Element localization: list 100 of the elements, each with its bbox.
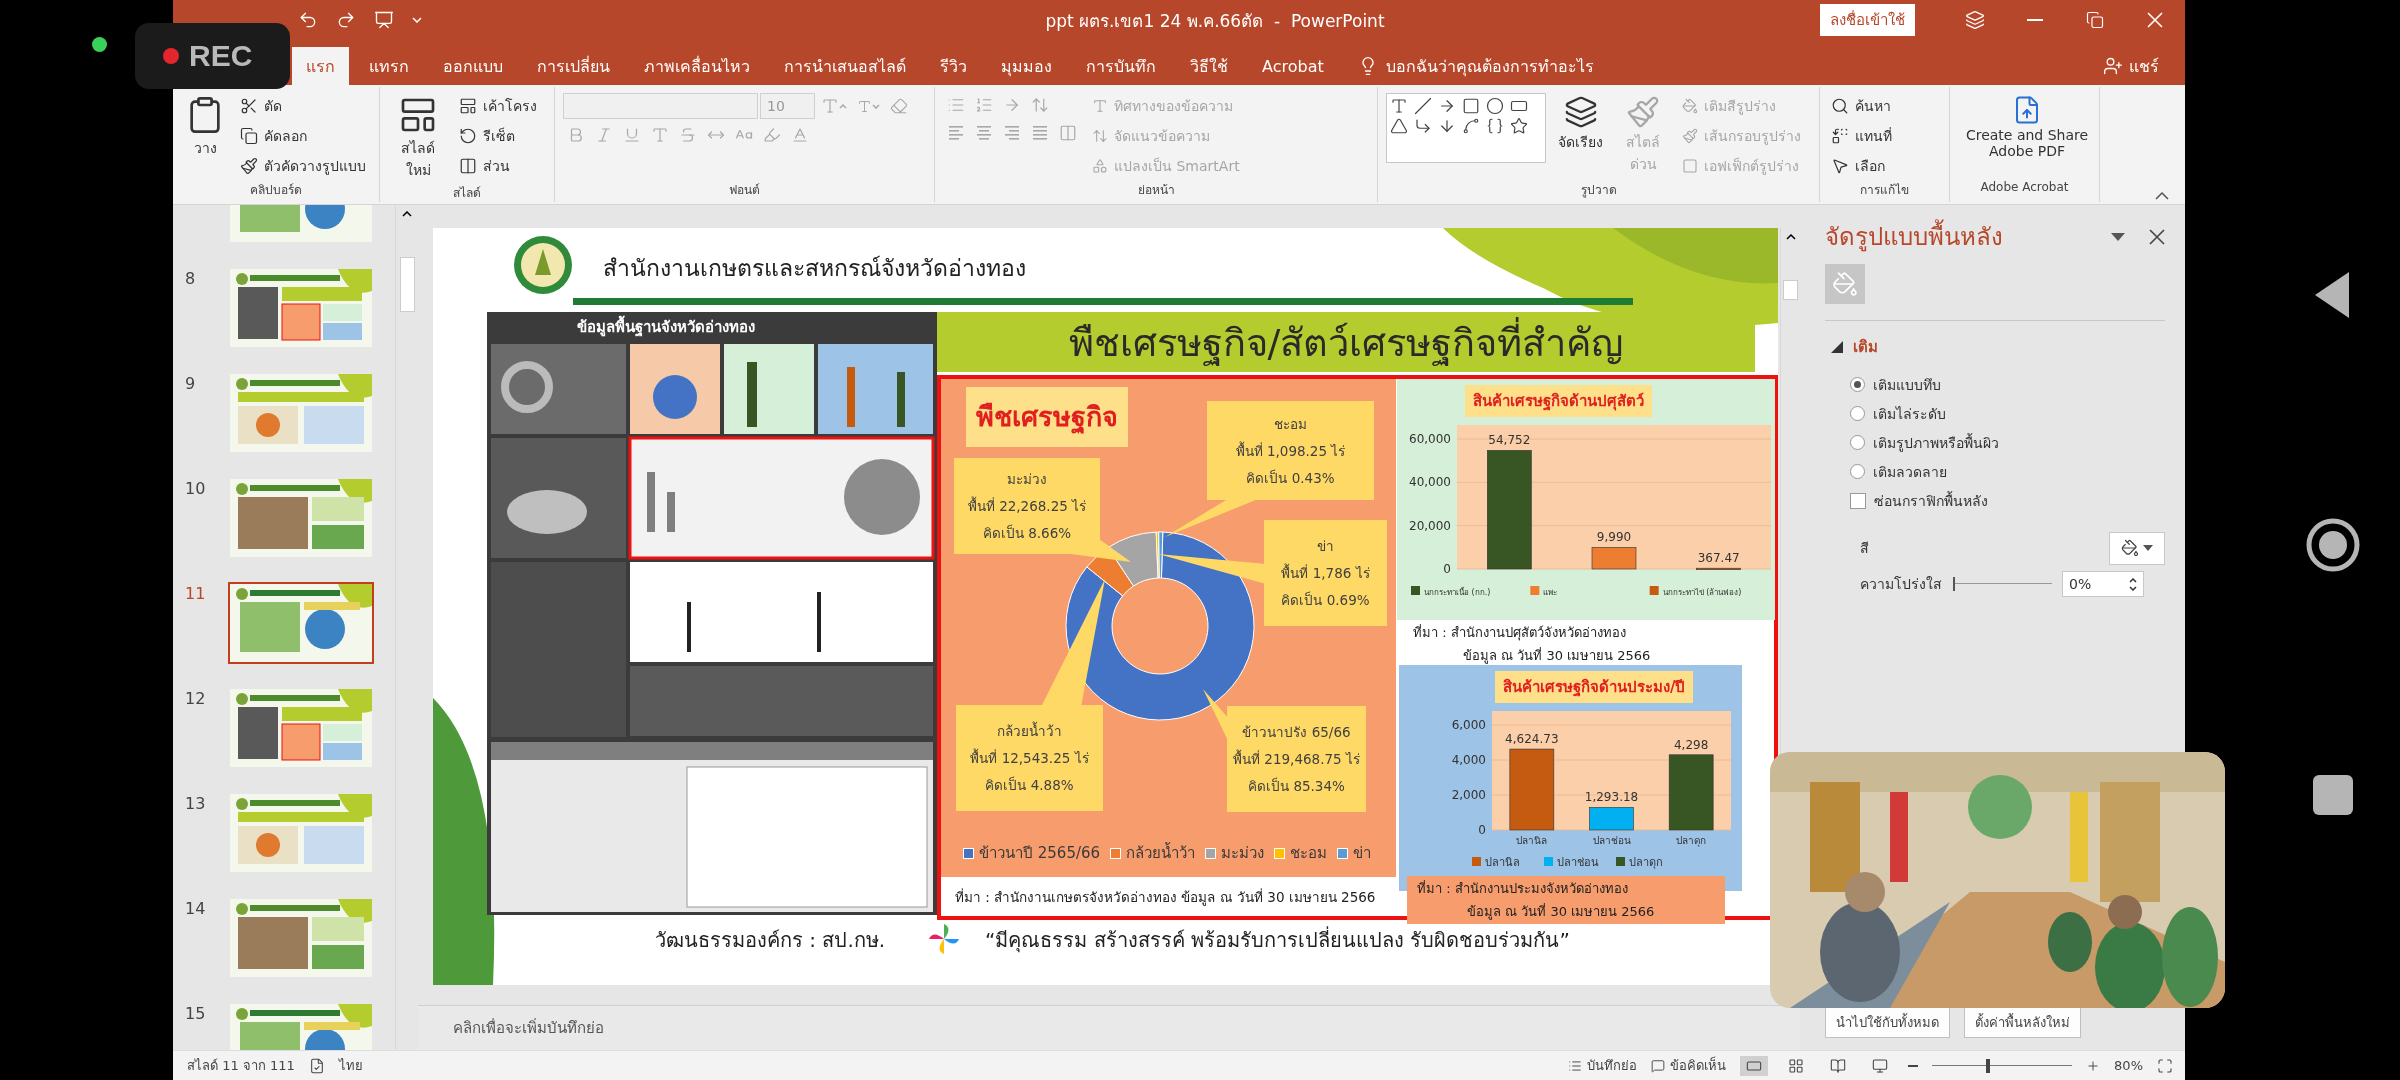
ribbon-tab[interactable]: ออกแบบ — [429, 47, 517, 85]
zoom-thumb[interactable] — [1986, 1058, 1991, 1073]
back-triangle-icon — [2314, 272, 2351, 318]
transparency-field[interactable]: 0% — [2062, 571, 2144, 597]
source-note: ที่มา : สำนักงานประมงจังหวัดอ่างทอง — [1417, 879, 1629, 898]
radio-option[interactable]: เติมลวดลาย — [1850, 460, 2165, 483]
radio-option[interactable]: เติมไล่ระดับ — [1850, 402, 2165, 425]
notes-button[interactable]: บันทึกย่อ — [1568, 1055, 1638, 1076]
ribbon-tab[interactable]: รีวิว — [926, 47, 981, 85]
layout-icon — [459, 97, 477, 115]
checkbox-option[interactable]: ซ่อนกราฟิกพื้นหลัง — [1850, 489, 2165, 512]
ribbon-tab[interactable]: ภาพเคลื่อนไหว — [630, 47, 764, 85]
fill-tab[interactable] — [1825, 264, 1865, 304]
ribbon-tab[interactable]: การบันทึก — [1072, 47, 1170, 85]
comments-button[interactable]: ข้อคิดเห็น — [1651, 1055, 1727, 1076]
legend-label: ชะอม — [1290, 843, 1328, 864]
section-header[interactable]: เติม — [1825, 331, 2165, 363]
italic-icon — [595, 126, 613, 144]
line-icon — [1414, 97, 1432, 115]
group-label: ฟอนต์ — [728, 182, 761, 199]
radio-button[interactable] — [1850, 377, 1865, 392]
legend-label: ข่า — [1353, 843, 1372, 864]
radio-button[interactable] — [1850, 406, 1865, 421]
brush-icon — [1626, 95, 1660, 129]
radio-option[interactable]: เติมแบบทึบ — [1850, 373, 2165, 396]
copy-button[interactable]: คัดลอก — [237, 123, 369, 149]
lines-icon — [1568, 1058, 1583, 1073]
language-label: ไทย — [338, 1057, 363, 1075]
pane-button[interactable]: นำไปใช้กับทั้งหมด — [1825, 1007, 1950, 1038]
sign-in-button[interactable]: ลงชื่อเข้าใช้ — [1820, 4, 1915, 36]
scroll-up-icon — [402, 211, 412, 217]
tell-me-search[interactable]: บอกฉันว่าคุณต้องการทำอะไร — [1385, 53, 1594, 79]
scrollbar-thumb[interactable] — [1783, 280, 1798, 300]
shape-gallery[interactable] — [1386, 93, 1546, 163]
ribbon-tab[interactable]: การเปลี่ยน — [523, 47, 624, 85]
new-slide-button[interactable]: สไลด์ใหม่ — [388, 93, 448, 183]
arrange-button[interactable]: จัดเรียง — [1554, 93, 1607, 180]
align-icon — [1031, 125, 1049, 141]
brace-icon — [1486, 117, 1504, 135]
organization-name: สำนักงานเกษตรและสหกรณ์จังหวัดอ่างทอง — [603, 254, 1026, 283]
slide-thumbnail[interactable] — [230, 374, 372, 452]
axis-label: 0 — [1443, 562, 1451, 576]
share-button[interactable]: แชร์ — [2103, 47, 2159, 85]
zoom-level: 80% — [2114, 1058, 2143, 1073]
view-button[interactable] — [1740, 1055, 1769, 1076]
star-icon — [1510, 117, 1528, 135]
find-button[interactable]: ค้นหา — [1828, 93, 1895, 119]
section-button[interactable]: ส่วน — [456, 153, 540, 179]
axis-label: 2,000 — [1451, 788, 1486, 802]
chart-title: สินค้าเศรษฐกิจด้านประมง/ปี — [1495, 671, 1694, 703]
up-caret-icon — [839, 103, 847, 109]
transparency-slider[interactable] — [1952, 577, 2052, 591]
underline-icon — [623, 126, 641, 144]
slide-thumbnail[interactable] — [230, 899, 372, 977]
letter-icon — [821, 97, 839, 115]
caret-icon — [872, 103, 880, 109]
ribbon-tab[interactable]: แทรก — [355, 47, 423, 85]
slide-thumbnail[interactable] — [230, 794, 372, 872]
zoom-slider[interactable] — [1932, 1058, 2073, 1073]
source-note: ข้อมูล ณ วันที่ 30 เมษายน 2566 — [1466, 902, 1656, 922]
spell-check-icon — [308, 1057, 325, 1074]
close-icon — [2149, 228, 2165, 245]
shape-icon — [1682, 158, 1698, 174]
ribbon-tab[interactable]: แรก — [292, 47, 349, 85]
checkbox[interactable] — [1850, 492, 1866, 509]
layout-button[interactable]: เค้าโครง — [456, 93, 540, 119]
group-label: รูปวาด — [1579, 182, 1618, 200]
data-label: 54,752 — [1488, 433, 1531, 448]
radio-button[interactable] — [1850, 435, 1865, 450]
callout-text: พื้นที่ 22,268.25 ไร่ — [967, 495, 1087, 516]
highlighter-icon — [763, 126, 781, 144]
source-note: ที่มา : สำนักงานปศุสัตว์จังหวัดอ่างทอง — [1413, 623, 1627, 643]
ribbon-tab[interactable]: การนำเสนอสไลด์ — [770, 47, 920, 85]
ribbon-tab[interactable]: วิธีใช้ — [1176, 47, 1242, 85]
format-painter-button[interactable]: ตัวคัดวางรูปแบบ — [237, 153, 369, 179]
ribbon-tab[interactable]: มุมมอง — [987, 47, 1066, 85]
paste-button[interactable]: วาง — [181, 93, 229, 180]
create-pdf-button[interactable]: Create and Share Adobe PDF — [1958, 93, 2096, 180]
shadow-icon — [651, 126, 669, 144]
color-picker-button[interactable] — [2109, 531, 2165, 565]
slide-thumbnail[interactable] — [230, 269, 372, 347]
select-button[interactable]: เลือก — [1828, 153, 1895, 179]
source-note: ข้อมูล ณ วันที่ 30 เมษายน 2566 — [1462, 646, 1652, 666]
replace-button[interactable]: แทนที่ — [1828, 123, 1895, 149]
slide-thumbnail[interactable] — [230, 479, 372, 557]
cut-button[interactable]: ตัด — [237, 93, 369, 119]
radio-button[interactable] — [1850, 464, 1865, 479]
ribbon-tab[interactable]: Acrobat — [1248, 47, 1338, 85]
legend-label: ปลาดุก — [1629, 856, 1663, 869]
pane-button[interactable]: ตั้งค่าพื้นหลังใหม่ — [1964, 1007, 2081, 1038]
slide-number: 8 — [184, 269, 197, 288]
notes-field[interactable]: คลิกเพื่อจะเพิ่มบันทึกย่อ — [418, 1012, 1800, 1044]
radio-option[interactable]: เติมรูปภาพหรือพื้นผิว — [1850, 431, 2165, 454]
slide-thumbnail[interactable] — [230, 584, 372, 662]
culture-label: วัฒนธรรมองค์กร : สป.กษ. — [655, 927, 886, 954]
reset-button[interactable]: รีเซ็ต — [456, 123, 540, 149]
slide-thumbnail[interactable] — [230, 689, 372, 767]
letter-icon — [857, 98, 872, 114]
scrollbar-thumb[interactable] — [399, 257, 415, 312]
motto-quote: “มีคุณธรรม สร้างสรรค์ พร้อมรับการเปลี่ยนแปลง รับผิดชอบร่วมกัน” — [985, 925, 1570, 955]
